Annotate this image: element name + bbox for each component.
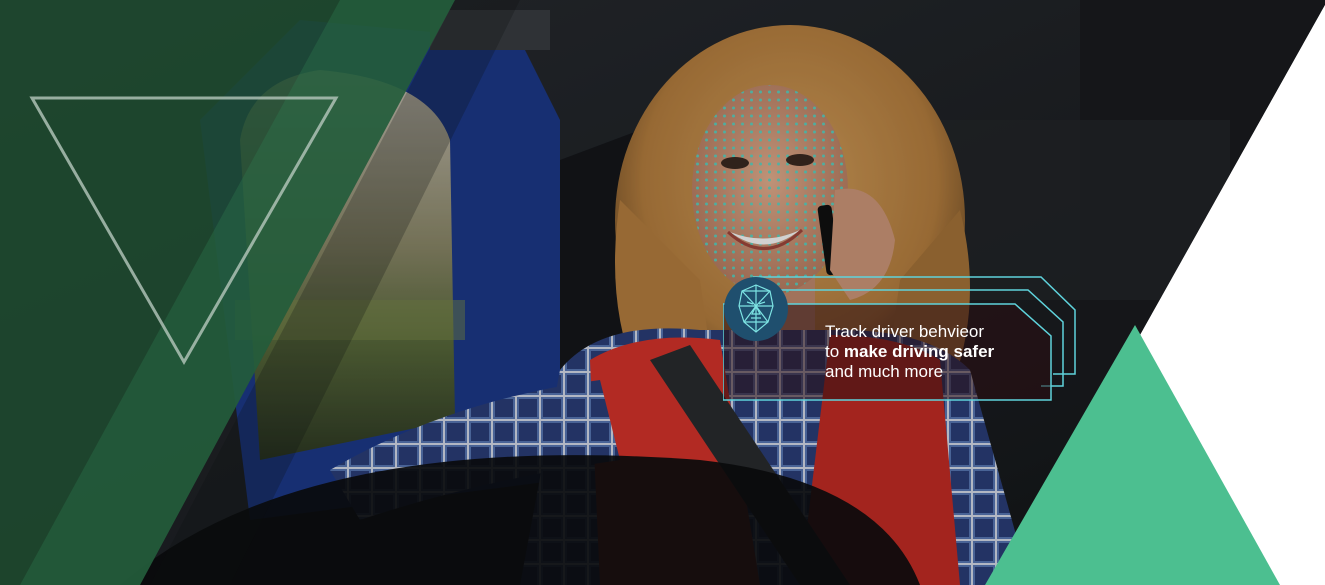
feature-callout: Track driver behvieor to make driving sa… [723,276,1083,406]
callout-line-2-prefix: to [825,342,844,361]
callout-line-3: and much more [825,362,944,381]
callout-line-2: to make driving safer [825,342,1065,362]
hero-banner: Track driver behvieor to make driving sa… [0,0,1325,585]
hero-photo [0,0,1325,585]
callout-text: Track driver behvieor to make driving sa… [825,322,1065,382]
callout-highlight: make driving safer [843,342,995,361]
callout-line-1: Track driver behvieor [825,322,985,341]
face-scan-icon [724,277,788,341]
